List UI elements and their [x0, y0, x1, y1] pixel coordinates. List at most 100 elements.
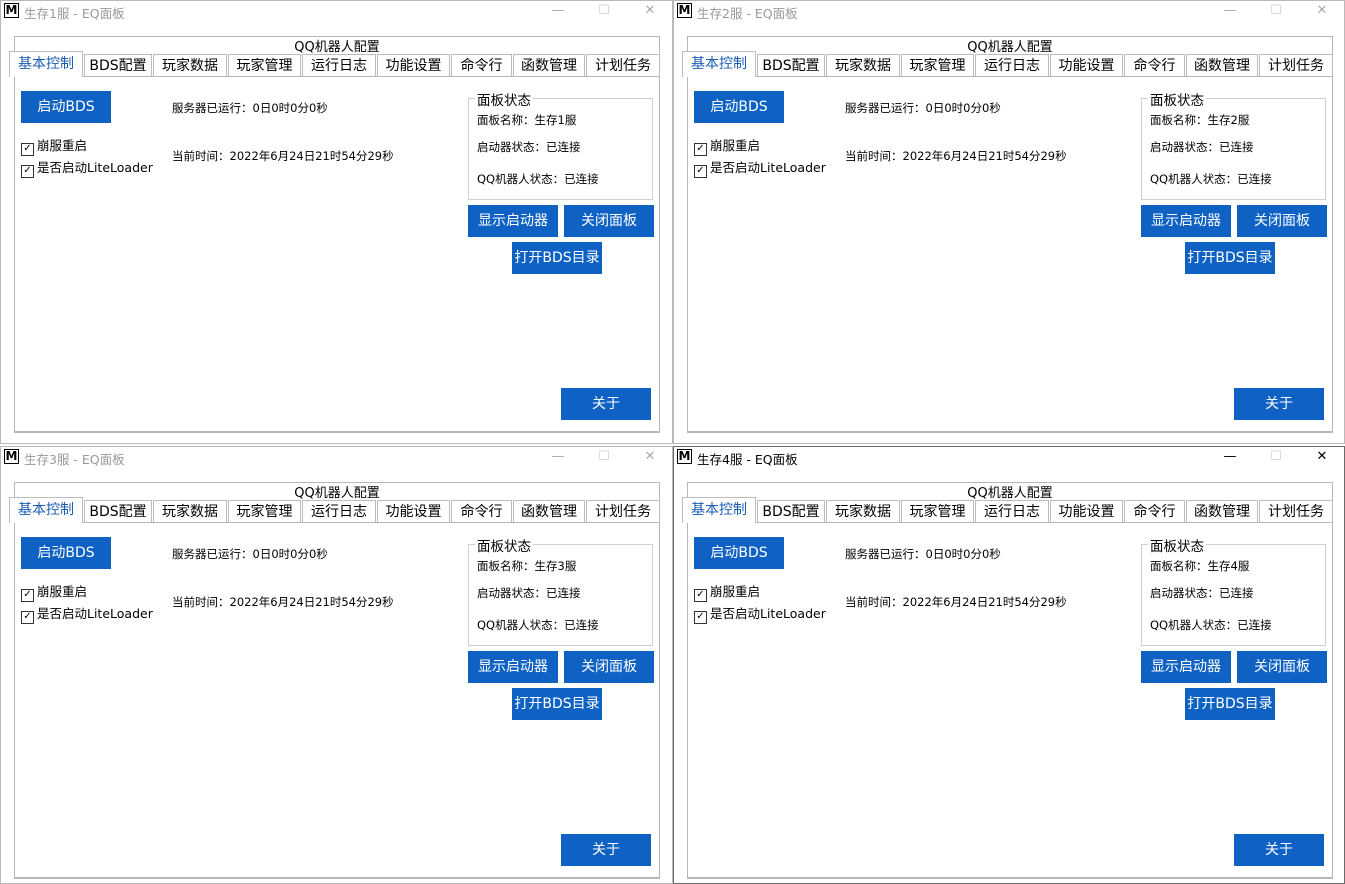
- tab-basic-control[interactable]: 基本控制: [682, 497, 756, 523]
- app-icon: M: [4, 3, 19, 18]
- crash-restart-checkbox[interactable]: ✓ 崩服重启: [21, 581, 87, 602]
- open-bds-dir-button[interactable]: 打开BDS目录: [1185, 242, 1275, 274]
- panel-name-text: 面板名称：生存2服: [1150, 113, 1250, 127]
- tab-run-log[interactable]: 运行日志: [975, 54, 1049, 76]
- tab-basic-control[interactable]: 基本控制: [682, 51, 756, 77]
- tab-run-log[interactable]: 运行日志: [975, 500, 1049, 522]
- app-icon: M: [677, 449, 692, 464]
- tab-run-log[interactable]: 运行日志: [302, 54, 376, 76]
- checkbox-check-icon: ✓: [694, 611, 707, 624]
- tab-feature-settings[interactable]: 功能设置: [377, 54, 450, 76]
- open-bds-dir-button[interactable]: 打开BDS目录: [512, 688, 602, 720]
- uptime-text: 服务器已运行：0日0时0分0秒: [845, 547, 1001, 561]
- minimize-button[interactable]: —: [1207, 446, 1253, 468]
- tab-feature-settings[interactable]: 功能设置: [377, 500, 450, 522]
- crash-restart-checkbox[interactable]: ✓ 崩服重启: [694, 135, 760, 156]
- tab-function-manage[interactable]: 函数管理: [1186, 54, 1258, 76]
- crash-restart-checkbox[interactable]: ✓ 崩服重启: [21, 135, 87, 156]
- tab-basic-control[interactable]: 基本控制: [9, 51, 83, 77]
- tab-bds-config[interactable]: BDS配置: [757, 54, 825, 76]
- tab-command-line[interactable]: 命令行: [1124, 54, 1185, 76]
- tab-scheduled-tasks[interactable]: 计划任务: [1259, 500, 1333, 522]
- close-button[interactable]: ✕: [627, 0, 673, 22]
- tab-feature-settings[interactable]: 功能设置: [1050, 54, 1123, 76]
- window-title: 生存1服 - EQ面板: [24, 6, 125, 21]
- enable-liteloader-checkbox[interactable]: ✓ 是否启动LiteLoader: [694, 157, 826, 178]
- tab-player-manage[interactable]: 玩家管理: [901, 500, 974, 522]
- tab-player-manage[interactable]: 玩家管理: [901, 54, 974, 76]
- tab-bds-config[interactable]: BDS配置: [757, 500, 825, 522]
- title-bar[interactable]: M 生存3服 - EQ面板 — ☐ ✕: [0, 446, 673, 468]
- tab-player-manage[interactable]: 玩家管理: [228, 500, 301, 522]
- title-bar[interactable]: M 生存4服 - EQ面板 — ☐ ✕: [673, 446, 1345, 468]
- qqbot-status-text: QQ机器人状态：已连接: [477, 618, 599, 632]
- close-button[interactable]: ✕: [627, 446, 673, 468]
- tab-player-data[interactable]: 玩家数据: [826, 54, 900, 76]
- tab-function-manage[interactable]: 函数管理: [513, 500, 585, 522]
- tab-feature-settings[interactable]: 功能设置: [1050, 500, 1123, 522]
- current-time-text: 当前时间：2022年6月24日21时54分29秒: [172, 595, 394, 609]
- enable-liteloader-checkbox[interactable]: ✓ 是否启动LiteLoader: [21, 603, 153, 624]
- start-bds-button[interactable]: 启动BDS: [21, 537, 111, 569]
- maximize-button[interactable]: ☐: [581, 446, 627, 468]
- show-launcher-button[interactable]: 显示启动器: [1141, 205, 1231, 237]
- enable-liteloader-label: 是否启动LiteLoader: [37, 606, 153, 621]
- maximize-button[interactable]: ☐: [581, 0, 627, 22]
- tab-bds-config[interactable]: BDS配置: [84, 54, 152, 76]
- start-bds-button[interactable]: 启动BDS: [21, 91, 111, 123]
- show-launcher-button[interactable]: 显示启动器: [468, 651, 558, 683]
- panel-status-group: 面板状态 面板名称：生存4服 启动器状态：已连接 QQ机器人状态：已连接: [1141, 535, 1326, 646]
- show-launcher-button[interactable]: 显示启动器: [1141, 651, 1231, 683]
- tab-command-line[interactable]: 命令行: [451, 500, 512, 522]
- close-panel-button[interactable]: 关闭面板: [1237, 651, 1327, 683]
- close-panel-button[interactable]: 关闭面板: [564, 205, 654, 237]
- show-launcher-button[interactable]: 显示启动器: [468, 205, 558, 237]
- minimize-button[interactable]: —: [535, 446, 581, 468]
- minimize-button[interactable]: —: [535, 0, 581, 22]
- crash-restart-label: 崩服重启: [710, 138, 761, 153]
- close-button[interactable]: ✕: [1299, 446, 1345, 468]
- tab-function-manage[interactable]: 函数管理: [513, 54, 585, 76]
- group-title: QQ机器人配置: [294, 40, 380, 55]
- close-panel-button[interactable]: 关闭面板: [1237, 205, 1327, 237]
- crash-restart-checkbox[interactable]: ✓ 崩服重启: [694, 581, 760, 602]
- checkbox-check-icon: ✓: [21, 143, 34, 156]
- enable-liteloader-checkbox[interactable]: ✓ 是否启动LiteLoader: [21, 157, 153, 178]
- tab-player-data[interactable]: 玩家数据: [153, 54, 227, 76]
- open-bds-dir-button[interactable]: 打开BDS目录: [512, 242, 602, 274]
- about-button[interactable]: 关于: [561, 388, 651, 420]
- enable-liteloader-checkbox[interactable]: ✓ 是否启动LiteLoader: [694, 603, 826, 624]
- tab-command-line[interactable]: 命令行: [451, 54, 512, 76]
- crash-restart-label: 崩服重启: [710, 584, 761, 599]
- panel-window: M 生存1服 - EQ面板 — ☐ ✕ QQ机器人配置 基本控制 BDS配置 玩…: [0, 0, 673, 444]
- tab-scheduled-tasks[interactable]: 计划任务: [1259, 54, 1333, 76]
- tab-command-line[interactable]: 命令行: [1124, 500, 1185, 522]
- minimize-button[interactable]: —: [1207, 0, 1253, 22]
- tab-bds-config[interactable]: BDS配置: [84, 500, 152, 522]
- about-button[interactable]: 关于: [1234, 388, 1324, 420]
- close-panel-button[interactable]: 关闭面板: [564, 651, 654, 683]
- maximize-button[interactable]: ☐: [1253, 0, 1299, 22]
- maximize-button[interactable]: ☐: [1253, 446, 1299, 468]
- tab-scheduled-tasks[interactable]: 计划任务: [586, 500, 660, 522]
- current-time-text: 当前时间：2022年6月24日21时54分29秒: [845, 149, 1067, 163]
- about-button[interactable]: 关于: [561, 834, 651, 866]
- tab-scheduled-tasks[interactable]: 计划任务: [586, 54, 660, 76]
- about-button[interactable]: 关于: [1234, 834, 1324, 866]
- checkbox-check-icon: ✓: [694, 589, 707, 602]
- title-bar[interactable]: M 生存1服 - EQ面板 — ☐ ✕: [0, 0, 673, 22]
- start-bds-button[interactable]: 启动BDS: [694, 537, 784, 569]
- tab-basic-control[interactable]: 基本控制: [9, 497, 83, 523]
- start-bds-button[interactable]: 启动BDS: [694, 91, 784, 123]
- title-bar[interactable]: M 生存2服 - EQ面板 — ☐ ✕: [673, 0, 1345, 22]
- tab-player-data[interactable]: 玩家数据: [826, 500, 900, 522]
- tab-function-manage[interactable]: 函数管理: [1186, 500, 1258, 522]
- panel-name-text: 面板名称：生存3服: [477, 559, 577, 573]
- tab-run-log[interactable]: 运行日志: [302, 500, 376, 522]
- tab-player-data[interactable]: 玩家数据: [153, 500, 227, 522]
- tab-player-manage[interactable]: 玩家管理: [228, 54, 301, 76]
- window-title: 生存3服 - EQ面板: [24, 452, 125, 467]
- open-bds-dir-button[interactable]: 打开BDS目录: [1185, 688, 1275, 720]
- panel-name-text: 面板名称：生存1服: [477, 113, 577, 127]
- close-button[interactable]: ✕: [1299, 0, 1345, 22]
